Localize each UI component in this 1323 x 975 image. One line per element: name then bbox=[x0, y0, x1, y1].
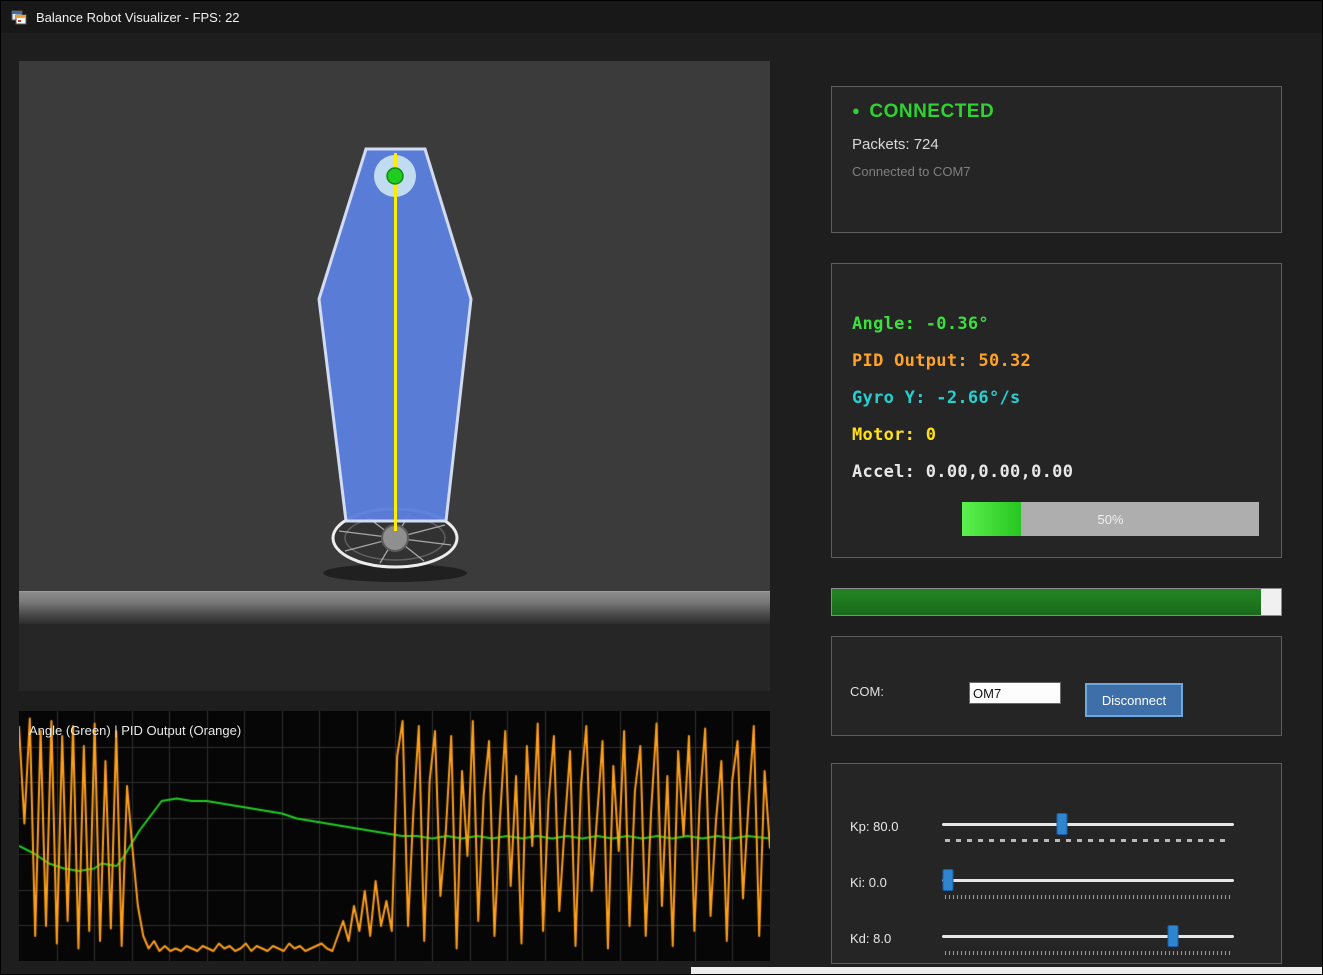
kp-slider-ticks bbox=[945, 839, 1231, 842]
kd-slider-thumb[interactable] bbox=[1167, 925, 1178, 947]
ki-slider-track[interactable] bbox=[942, 879, 1234, 882]
disconnect-button[interactable]: Disconnect bbox=[1085, 683, 1183, 717]
kd-slider-ticks bbox=[945, 951, 1231, 955]
robot-view-panel bbox=[19, 61, 770, 691]
serial-progress-fill bbox=[832, 589, 1261, 615]
status-label: CONNECTED bbox=[869, 101, 994, 122]
kp-label: Kp: 80.0 bbox=[850, 819, 898, 834]
kd-row: Kd: 8.0 bbox=[832, 922, 1281, 962]
titlebar[interactable]: Balance Robot Visualizer - FPS: 22 bbox=[1, 1, 1322, 33]
telemetry-gyro-y: Gyro Y: -2.66°/s bbox=[852, 380, 1281, 417]
window-title: Balance Robot Visualizer - FPS: 22 bbox=[36, 10, 240, 25]
chart-title: Angle (Green) | PID Output (Orange) bbox=[29, 723, 241, 738]
kd-slider-track[interactable] bbox=[942, 935, 1234, 938]
telemetry-chart bbox=[19, 711, 770, 961]
app-window: Balance Robot Visualizer - FPS: 22 bbox=[0, 0, 1323, 975]
kp-slider-track[interactable] bbox=[942, 823, 1234, 826]
telemetry-progress-label: 50% bbox=[962, 502, 1259, 536]
ground bbox=[19, 591, 770, 624]
kd-slider[interactable] bbox=[942, 922, 1234, 962]
app-icon bbox=[11, 9, 27, 25]
ki-label: Ki: 0.0 bbox=[850, 875, 887, 890]
ki-slider-ticks bbox=[945, 895, 1231, 899]
com-port-input[interactable] bbox=[969, 682, 1061, 704]
telemetry-pid-output: PID Output: 50.32 bbox=[852, 343, 1281, 380]
tilt-marker-dot bbox=[387, 168, 403, 184]
connection-status-panel: ● CONNECTED Packets: 724 Connected to COM… bbox=[831, 86, 1282, 233]
kp-slider[interactable] bbox=[942, 810, 1234, 850]
kp-slider-thumb[interactable] bbox=[1056, 813, 1067, 835]
telemetry-angle: Angle: -0.36° bbox=[852, 306, 1281, 343]
serial-progressbar bbox=[831, 588, 1282, 616]
telemetry-panel: Angle: -0.36° PID Output: 50.32 Gyro Y: … bbox=[831, 263, 1282, 558]
com-label: COM: bbox=[850, 684, 884, 699]
kd-label: Kd: 8.0 bbox=[850, 931, 891, 946]
below-ground-area bbox=[19, 624, 770, 691]
com-panel: COM: Disconnect bbox=[831, 636, 1282, 736]
connection-info: Connected to COM7 bbox=[852, 164, 1281, 179]
packets-count: Packets: 724 bbox=[852, 136, 1281, 153]
telemetry-motor: Motor: 0 bbox=[852, 417, 1281, 454]
status-line: ● CONNECTED bbox=[852, 101, 1281, 123]
chart-panel: Angle (Green) | PID Output (Orange) bbox=[19, 711, 770, 961]
bottom-strip bbox=[691, 967, 1323, 975]
telemetry-progressbar: 50% bbox=[962, 502, 1259, 536]
ki-row: Ki: 0.0 bbox=[832, 866, 1281, 906]
ki-slider[interactable] bbox=[942, 866, 1234, 906]
status-dot-icon: ● bbox=[852, 103, 860, 118]
ki-slider-thumb[interactable] bbox=[942, 869, 953, 891]
kp-row: Kp: 80.0 bbox=[832, 810, 1281, 850]
telemetry-accel: Accel: 0.00,0.00,0.00 bbox=[852, 454, 1281, 491]
pid-panel: Kp: 80.0 Ki: 0.0 Kd: 8.0 bbox=[831, 763, 1282, 964]
